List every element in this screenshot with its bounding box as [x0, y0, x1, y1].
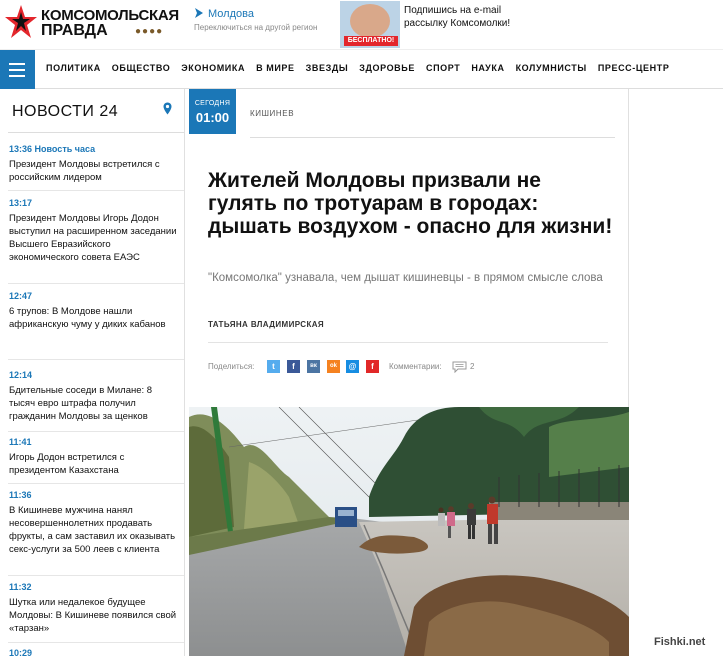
vk-icon[interactable]: вк [307, 360, 320, 373]
newsletter-promo-text[interactable]: Подпишись на e-mail рассылку Комсомолки! [404, 4, 514, 30]
main-navigation: ПОЛИТИКА ОБЩЕСТВО ЭКОНОМИКА В МИРЕ ЗВЕЗД… [0, 49, 723, 89]
nav-item-science[interactable]: НАУКА [471, 63, 504, 73]
logo-text-bottom: ПРАВДА [41, 22, 108, 39]
column-border [628, 89, 629, 407]
news-item[interactable]: 13:17 Президент Молдовы Игорь Додон выст… [9, 198, 179, 264]
date-badge: СЕГОДНЯ 01:00 [189, 89, 236, 134]
news-separator [8, 575, 184, 576]
nav-item-society[interactable]: ОБЩЕСТВО [112, 63, 171, 73]
facebook-icon[interactable]: f [287, 360, 300, 373]
nav-item-stars[interactable]: ЗВЕЗДЫ [306, 63, 349, 73]
site-header: КОМСОМОЛЬСКАЯ ПРАВДА ●●●● Молдова Перекл… [0, 0, 723, 49]
site-logo[interactable]: КОМСОМОЛЬСКАЯ ПРАВДА ●●●● [4, 4, 184, 44]
nav-item-world[interactable]: В МИРЕ [256, 63, 295, 73]
region-name[interactable]: Молдова [208, 8, 254, 20]
sidebar-title: НОВОСТИ 24 [12, 103, 119, 120]
news-separator [8, 483, 184, 484]
article-author[interactable]: ТАТЬЯНА ВЛАДИМИРСКАЯ [208, 320, 324, 329]
news-item[interactable]: 11:32 Шутка или недалекое будущее Молдов… [9, 582, 179, 635]
watermark: Fishki.net [654, 636, 706, 648]
date-label: СЕГОДНЯ [194, 100, 231, 107]
news-time: 12:47 [9, 291, 33, 301]
nav-item-sport[interactable]: СПОРТ [426, 63, 460, 73]
news-time: 13:36 Новость часа [9, 144, 96, 154]
news-separator [8, 190, 184, 191]
news-headline[interactable]: Президент Молдовы встретился с российски… [9, 158, 179, 184]
page: КОМСОМОЛЬСКАЯ ПРАВДА ●●●● Молдова Перекл… [0, 0, 723, 656]
location-arrow-icon [195, 8, 203, 18]
comments-label: Комментарии: [389, 362, 442, 371]
news-time: 13:17 [9, 198, 33, 208]
free-badge: БЕСПЛАТНО! [344, 36, 398, 46]
odnoklassniki-icon[interactable]: ok [327, 360, 340, 373]
news-time: 11:36 [9, 490, 32, 500]
news-headline[interactable]: Игорь Додон встретился с президентом Каз… [9, 451, 179, 477]
nav-item-columnists[interactable]: КОЛУМНИСТЫ [516, 63, 587, 73]
rubric-divider [250, 137, 615, 138]
news-separator [8, 359, 184, 360]
date-time: 01:00 [195, 110, 230, 125]
news-item[interactable]: 10:29 [9, 648, 179, 656]
news-24-sidebar: НОВОСТИ 24 13:36 Новость часа Президент … [0, 89, 185, 656]
nav-items: ПОЛИТИКА ОБЩЕСТВО ЭКОНОМИКА В МИРЕ ЗВЕЗД… [46, 63, 680, 73]
author-divider [208, 342, 608, 343]
sidebar-divider [8, 132, 184, 133]
news-item[interactable]: 13:36 Новость часа Президент Молдовы вст… [9, 144, 179, 184]
share-label: Поделиться: [208, 362, 255, 371]
news-item[interactable]: 12:14 Бдительные соседи в Милане: 8 тыся… [9, 370, 179, 423]
news-item[interactable]: 12:47 6 трупов: В Молдове нашли африканс… [9, 291, 179, 331]
newsletter-promo-image[interactable]: БЕСПЛАТНО! [340, 1, 400, 48]
nav-item-economy[interactable]: ЭКОНОМИКА [181, 63, 245, 73]
nav-item-politics[interactable]: ПОЛИТИКА [46, 63, 101, 73]
comments-count[interactable]: 2 [470, 362, 474, 371]
article-subtitle: "Комсомолка" узнавала, чем дышат кишинев… [208, 272, 603, 284]
star-logo-icon [5, 5, 37, 38]
news-item[interactable]: 11:36 В Кишиневе мужчина нанял несоверше… [9, 490, 179, 556]
article-rubric[interactable]: КИШИНЕВ [250, 109, 294, 118]
news-time: 10:29 [9, 648, 33, 656]
article-photo [189, 407, 629, 656]
news-time: 11:32 [9, 582, 32, 592]
news-separator [8, 283, 184, 284]
moimir-icon[interactable]: @ [346, 360, 359, 373]
news-time: 11:41 [9, 437, 32, 447]
news-headline[interactable]: 6 трупов: В Молдове нашли африканскую чу… [9, 305, 179, 331]
news-headline[interactable]: Шутка или недалекое будущее Молдовы: В К… [9, 596, 179, 635]
news-headline[interactable]: Бдительные соседи в Милане: 8 тысяч евро… [9, 384, 179, 423]
region-switch-link[interactable]: Переключиться на другой регион [194, 23, 317, 32]
article-headline: Жителей Молдовы призвали не гулять по тр… [208, 169, 613, 238]
news-time: 12:14 [9, 370, 33, 380]
flipboard-icon[interactable]: f [366, 360, 379, 373]
news-separator [8, 642, 184, 643]
twitter-icon[interactable]: t [267, 360, 280, 373]
news-headline[interactable]: Президент Молдовы Игорь Додон выступил н… [9, 212, 179, 264]
news-headline[interactable]: В Кишиневе мужчина нанял несовершеннолет… [9, 504, 179, 556]
menu-burger-icon[interactable] [0, 50, 35, 89]
location-pin-icon[interactable] [163, 102, 172, 115]
promo-face-image [350, 4, 390, 38]
news-separator [8, 431, 184, 432]
comment-bubble-icon[interactable] [452, 361, 467, 373]
news-item[interactable]: 11:41 Игорь Додон встретился с президент… [9, 437, 179, 477]
nav-item-press-center[interactable]: ПРЕСС-ЦЕНТР [598, 63, 670, 73]
nav-item-health[interactable]: ЗДОРОВЬЕ [359, 63, 415, 73]
medals-icon: ●●●● [135, 26, 164, 37]
